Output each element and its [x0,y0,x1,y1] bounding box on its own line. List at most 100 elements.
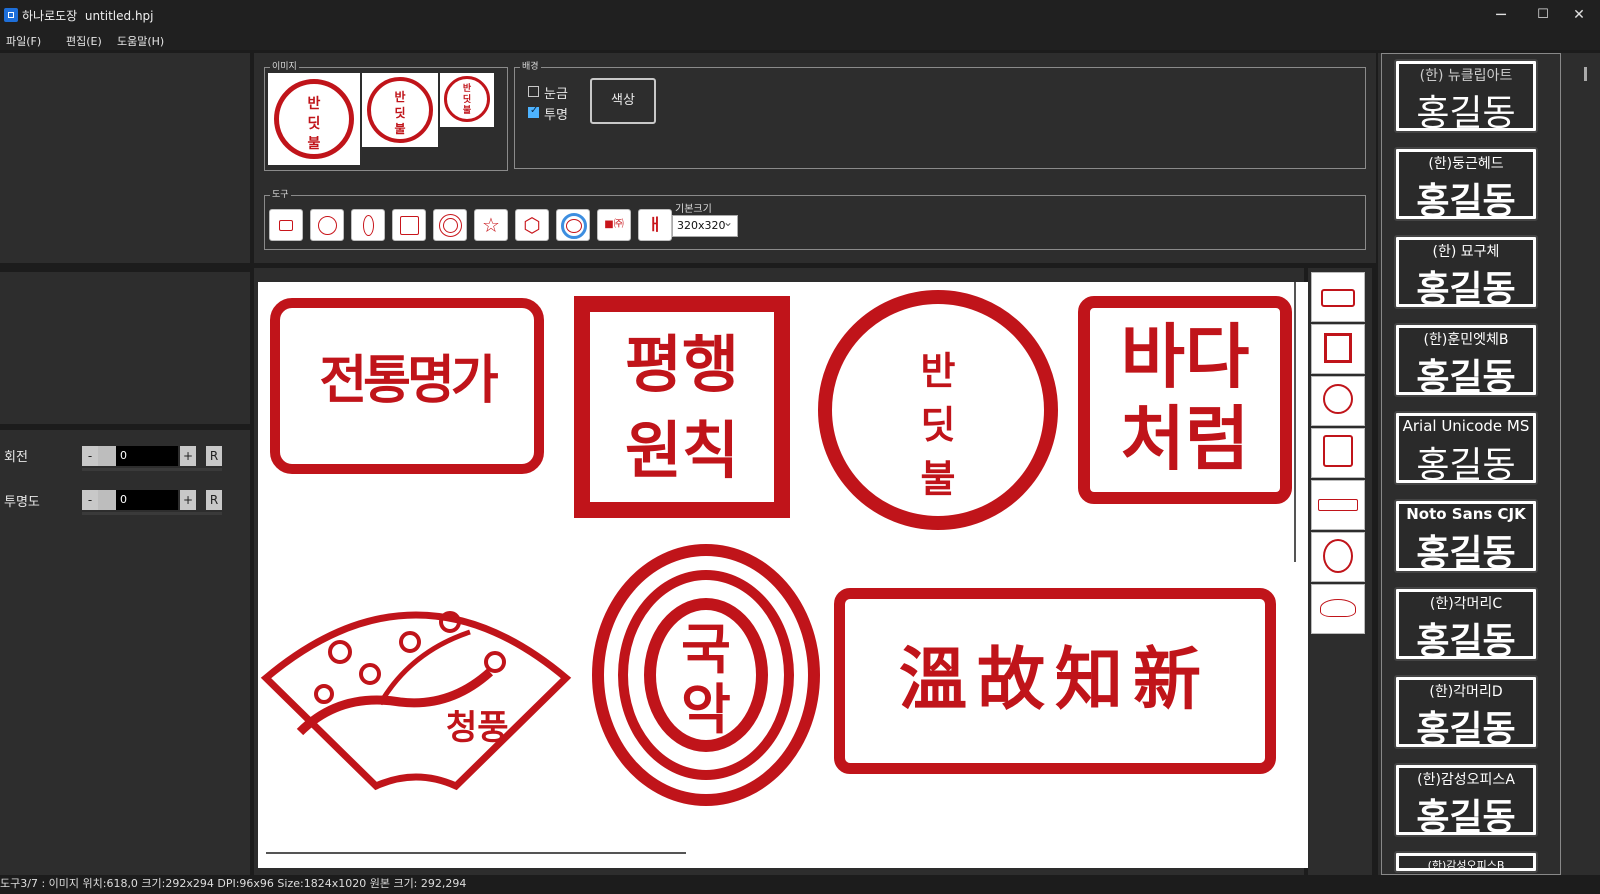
symbol-tool-button[interactable]: ■㈜ [597,209,631,241]
font-sample: 홍길동 [1416,621,1516,662]
square-tool-button[interactable] [392,209,426,241]
horizontal-scrollbar[interactable] [266,852,686,854]
font-name: (한)둥근헤드 [1428,156,1504,172]
layer-seal-icon [1320,599,1356,617]
seal-jeontong[interactable]: 전통명가 [270,298,544,474]
opacity-reset-button[interactable]: R [206,490,222,510]
font-list-scrollbar[interactable] [1584,67,1587,81]
layer-item-5[interactable] [1311,480,1365,530]
rotation-reset-button[interactable]: R [206,446,222,466]
transparent-label: 투명 [544,108,568,123]
seal-ongojisin[interactable]: 溫故知新 [834,588,1276,774]
font-card-4[interactable]: (한)훈민엣체B 홍길동 [1394,323,1538,398]
star-tool-button[interactable]: ☆ [474,209,508,241]
ellipse-tool-button[interactable] [351,209,385,241]
default-size-value: 320x320 [677,219,726,232]
layer-item-1[interactable] [1311,272,1365,322]
layer-item-2[interactable] [1311,324,1365,374]
font-card-2[interactable]: (한)둥근헤드홍길동 [1394,147,1538,222]
font-sample: 홍길동 [1416,533,1516,574]
thumbnail-seal-text: 반딧불 [307,96,321,152]
grid-checkbox[interactable] [528,86,539,97]
opacity-label: 투명도 [4,495,40,510]
hexagon-tool-button[interactable]: ⬡ [515,209,549,241]
font-list-panel: (한) 뉴클립아트 홍길동 (한)둥근헤드 홍길동 (한) 묘구체 홍길동 (한)훈민… [1378,53,1600,875]
opacity-slider-thumb[interactable] [98,490,116,510]
thumbnail-seal: 반딧불 [444,76,490,122]
font-card-6[interactable]: Noto Sans CJK 홍길동 [1394,499,1538,574]
rotation-slider-thumb[interactable] [98,446,116,466]
seal-bandibul[interactable]: 반딧불 [818,290,1058,530]
transparent-checkbox[interactable] [528,105,539,118]
opacity-minus-button[interactable]: - [82,490,98,510]
tool-group [264,195,1366,250]
left-panel-middle [0,272,250,424]
font-card-7[interactable]: (한)각머리C 홍길동 [1394,587,1538,662]
opacity-input[interactable]: 0 [116,490,178,510]
font-card-inner: (한)각머리D 홍길동 [1399,680,1533,750]
circle-tool-button[interactable] [310,209,344,241]
font-card-5[interactable]: Arial Unicode MS 홍길동 [1394,411,1538,486]
font-card-9[interactable]: (한)감성오피스A 홍길동 [1394,763,1538,838]
image-tool-button[interactable] [556,209,590,241]
image-thumbnail-2[interactable]: 반딧불 [362,73,438,147]
seal-cheongpung[interactable]: 청풍 [260,582,572,792]
font-sample: 홍길동 [1416,357,1516,398]
special-char-tool-button[interactable]: ㅐ [638,209,672,241]
rotation-input[interactable]: 0 [116,446,178,466]
font-name: Noto Sans CJK [1406,505,1526,523]
font-name: (한) 뉴클립아트 [1419,68,1513,84]
font-card-1[interactable]: (한) 뉴클립아트홍길동 [1394,59,1538,134]
rotation-minus-button[interactable]: - [82,446,98,466]
layer-item-6[interactable] [1311,532,1365,582]
menu-help[interactable]: 도움말(H) [117,33,164,49]
layer-item-3[interactable] [1311,376,1365,426]
menu-edit[interactable]: 편집(E) [66,33,102,49]
seal-pyeonghaeng[interactable]: 평행원칙 [574,296,790,518]
image-thumbnail-1[interactable]: 반딧불 [268,73,360,165]
seal-text: 溫故知新 [898,640,1211,720]
font-sample: 홍길동 [1416,797,1516,838]
font-sample: 홍길동 [1416,269,1516,310]
menu-bar: 파일(F) 편집(E) 도움말(H) [0,30,1600,50]
minimize-button[interactable]: ─ [1478,0,1524,30]
fan-seal-icon [260,611,572,791]
thumbnail-seal-text: 반딧불 [394,90,406,136]
app-name: 하나로도장 [22,9,78,23]
font-card-3[interactable]: (한) 묘구체 홍길동 [1394,235,1538,310]
text-tool-icon [279,220,293,231]
double-circle-tool-button[interactable] [433,209,467,241]
seal-badacheoreom[interactable]: 바다처럼 [1078,296,1292,504]
status-bar: 도구3/7 : 이미지 위치:618,0 크기:292x294 DPI:96x9… [0,875,1600,894]
close-button[interactable]: ✕ [1558,0,1600,30]
color-button[interactable]: 색상 [590,78,656,124]
image-thumbnail-3[interactable]: 반딧불 [440,73,494,127]
font-card-inner: (한)둥근헤드홍길동 [1399,152,1533,222]
layer-item-7[interactable] [1311,584,1365,634]
menu-file[interactable]: 파일(F) [6,33,41,49]
layer-seal-icon [1323,539,1353,573]
font-sample: 홍길동 [1416,93,1516,134]
stamp-canvas[interactable]: 전통명가 평행원칙 반딧불 바다처럼 청풍 국악 溫故知新 [258,282,1312,868]
text-tool-button[interactable] [269,209,303,241]
layer-item-4[interactable] [1311,428,1365,478]
font-sample: 홍길동 [1416,709,1516,750]
font-sample: 홍길동 [1416,181,1516,222]
opacity-plus-button[interactable]: + [180,490,196,510]
tool-group-label: 도구 [270,190,291,200]
seal-gugak[interactable]: 국악 [592,544,820,806]
double-circle-inner-icon [443,218,458,233]
square-icon [400,216,419,235]
layer-seal-icon [1323,435,1353,467]
seal-text: 국악 [681,618,731,741]
font-card-inner: Noto Sans CJK 홍길동 [1399,504,1533,574]
rotation-plus-button[interactable]: + [180,446,196,466]
vertical-scrollbar[interactable] [1294,282,1296,562]
special-char-icon: ㅐ [647,215,663,234]
font-card-10[interactable]: (한)감성오피스B [1394,851,1538,873]
default-size-select[interactable]: 320x320 [672,215,738,237]
font-name: (한)각머리D [1429,684,1503,700]
seal-text: 전통명가 [319,351,498,411]
font-card-8[interactable]: (한)각머리D 홍길동 [1394,675,1538,750]
thumbnail-seal: 반딧불 [367,77,433,143]
